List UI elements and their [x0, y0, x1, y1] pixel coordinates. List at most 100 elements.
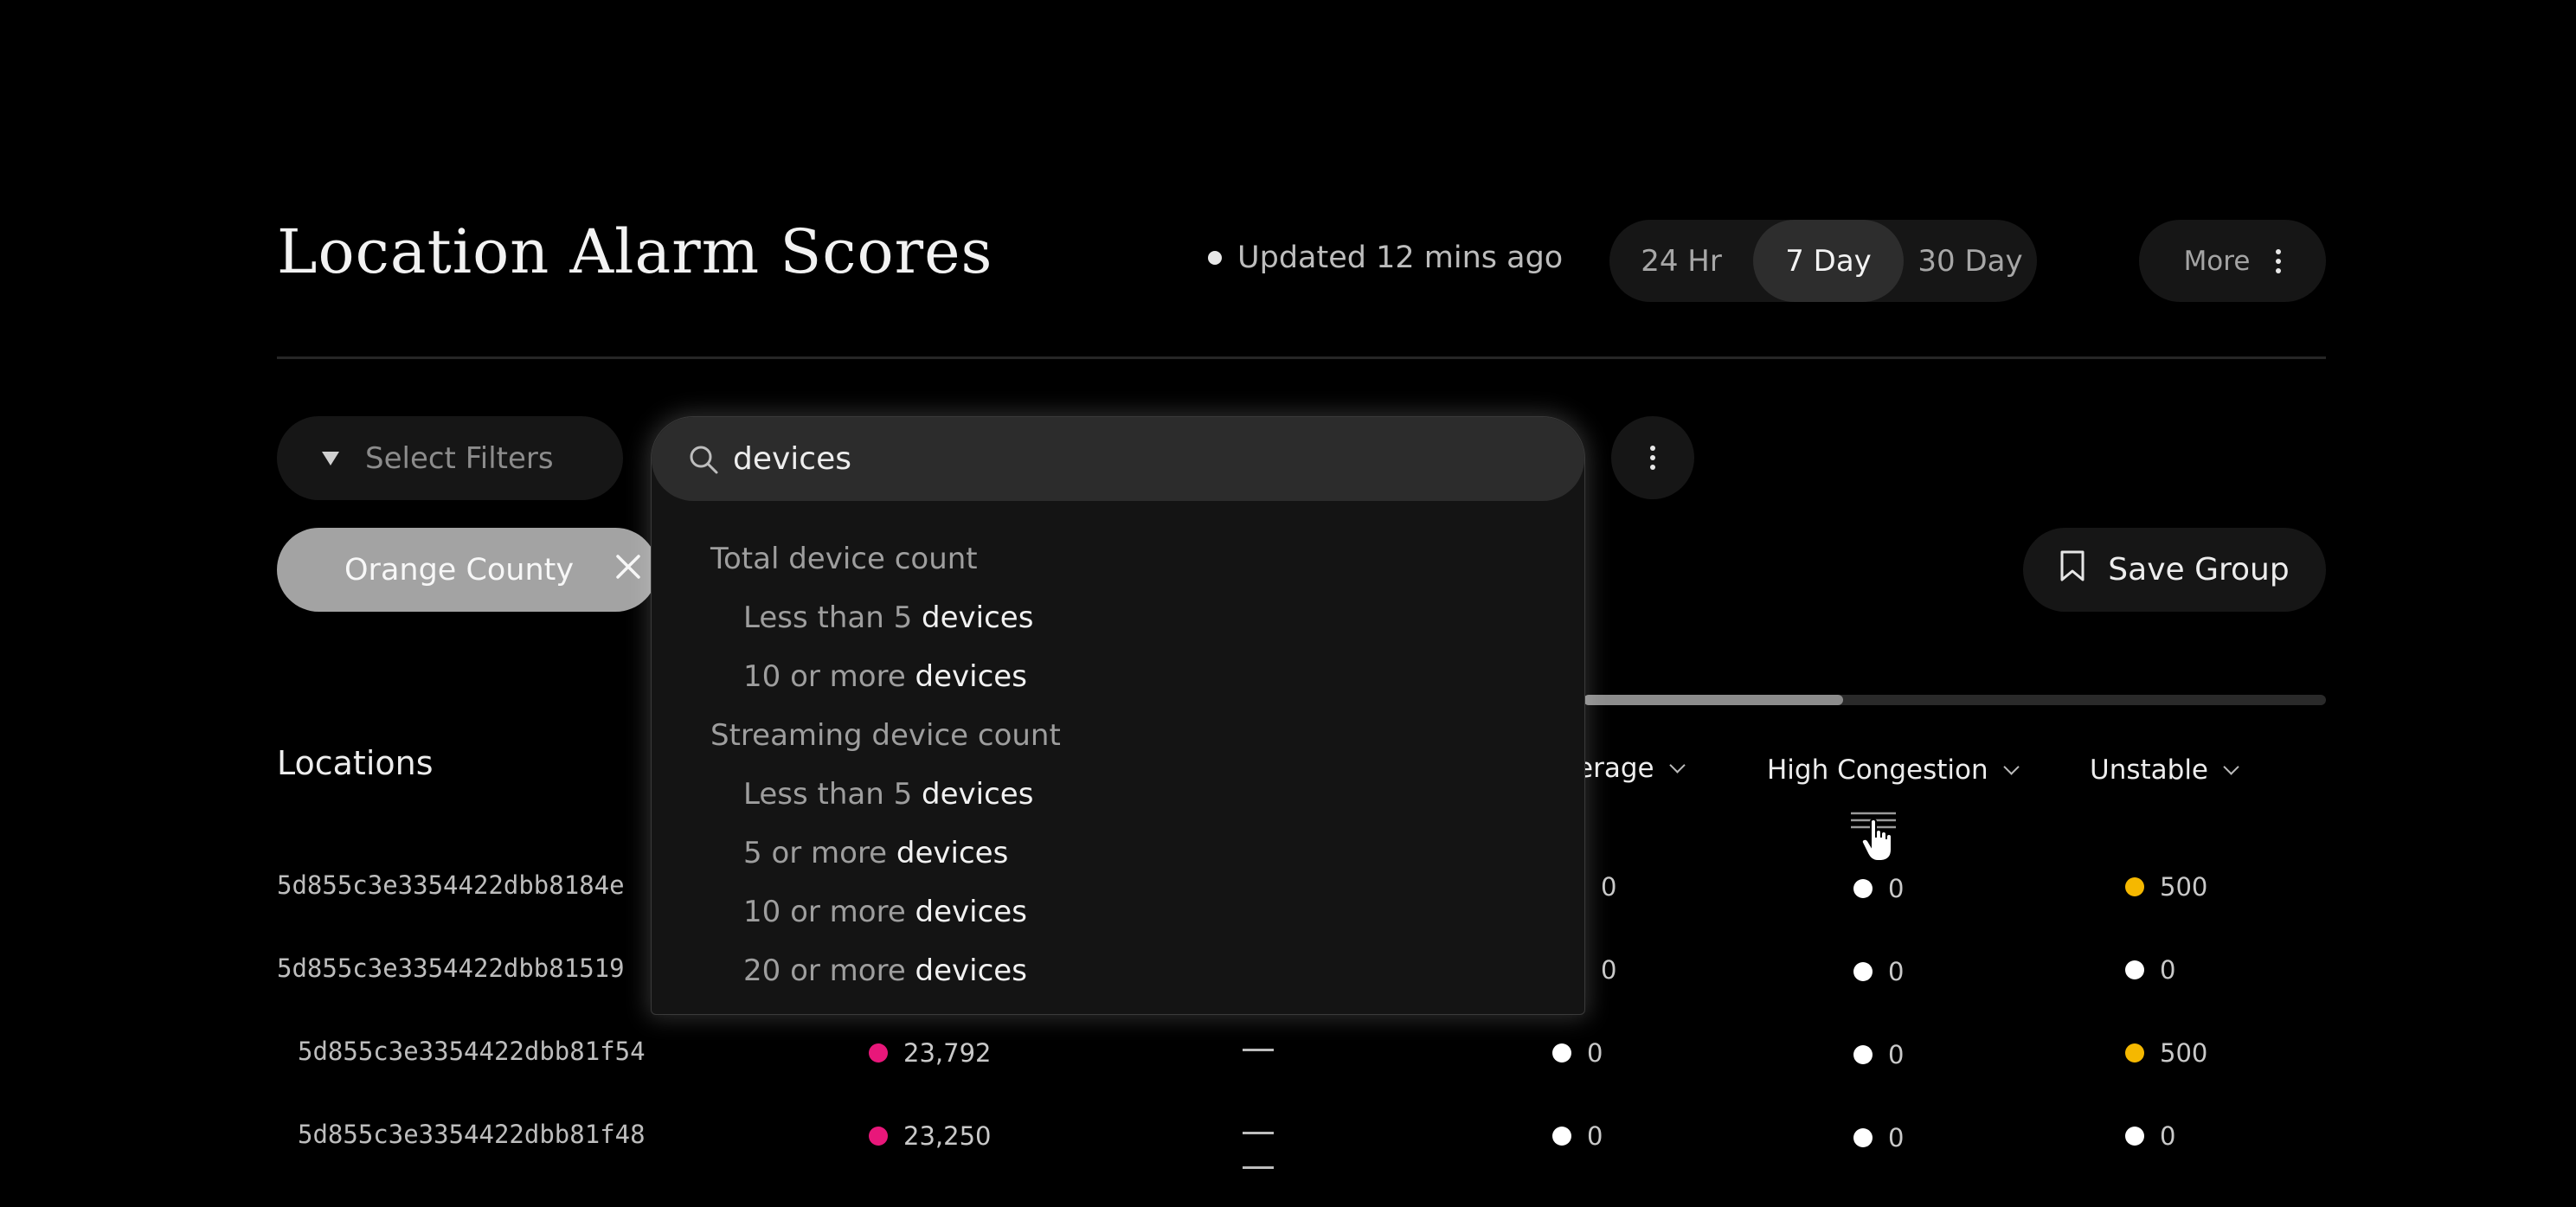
location-id[interactable]: 5d855c3e3354422dbb81f48	[298, 1120, 646, 1149]
empty-value-dash	[1243, 1166, 1274, 1169]
alarm-score-cell-text: 23,250	[903, 1121, 992, 1151]
status-dot	[1853, 1128, 1873, 1147]
range-30day[interactable]: 30 Day	[1904, 220, 2037, 302]
select-filters-label: Select Filters	[365, 440, 554, 476]
unstable-cell: 500	[2125, 1038, 2207, 1068]
status-dot	[2125, 960, 2144, 979]
hand-cursor-icon	[1860, 818, 1897, 867]
suggestion-prefix: 10 or more	[743, 659, 915, 694]
alarm-score-cell: 23,250	[869, 1121, 991, 1151]
search-input[interactable]: devices	[652, 417, 1584, 501]
coverage-cell: 0	[1552, 1121, 1603, 1151]
unstable-header-label: Unstable	[2090, 754, 2209, 786]
coverage-cell-text: 0	[1587, 1121, 1603, 1151]
unstable-cell: 0	[2125, 955, 2175, 985]
location-id[interactable]: 5d855c3e3354422dbb8184e	[277, 870, 625, 900]
alarm-score-cell: 23,792	[869, 1038, 991, 1068]
status-dot	[2125, 1127, 2144, 1146]
high-congestion-column-header[interactable]: High Congestion	[1767, 754, 2020, 786]
unstable-cell-text: 500	[2160, 1038, 2208, 1068]
high-congestion-cell: 0	[1853, 1040, 1904, 1069]
chevron-down-icon	[1668, 756, 1686, 774]
high-congestion-cell-text: 0	[1888, 874, 1905, 903]
suggestion-match: devices	[896, 836, 1009, 870]
suggestion-prefix: 5 or more	[743, 836, 896, 870]
horizontal-scrollbar[interactable]	[1584, 695, 2326, 705]
alarm-score-cell-text: 23,792	[903, 1038, 992, 1068]
coverage-cell: 0	[1552, 1038, 1603, 1068]
suggestion-item[interactable]: Less than 5 devices	[652, 765, 1584, 824]
page-title: Location Alarm Scores	[277, 216, 993, 287]
search-value: devices	[733, 441, 852, 477]
status-dot	[1853, 962, 1873, 981]
unstable-cell: 500	[2125, 872, 2207, 902]
unstable-cell: 0	[2125, 1121, 2175, 1151]
coverage-cell-text: 0	[1587, 1038, 1603, 1068]
kebab-icon	[1650, 446, 1655, 470]
status-dot	[869, 1127, 888, 1146]
high-congestion-cell-text: 0	[1888, 957, 1905, 986]
status-dot	[869, 1043, 888, 1063]
coverage-header-label: erage	[1577, 753, 1654, 784]
select-filters-button[interactable]: Select Filters	[277, 416, 623, 500]
close-icon[interactable]	[615, 553, 641, 587]
suggestion-group-label: Total device count	[710, 542, 978, 576]
high-congestion-cell: 0	[1853, 874, 1904, 903]
more-button[interactable]: More	[2139, 220, 2326, 302]
unstable-column-header[interactable]: Unstable	[2090, 754, 2239, 786]
time-range-selector: 24 Hr 7 Day 30 Day	[1609, 220, 2037, 302]
search-dropdown: devices Total device count Less than 5 de…	[651, 416, 1585, 1015]
caret-down-icon	[322, 451, 339, 465]
suggestion-match: devices	[915, 659, 1027, 694]
save-group-label: Save Group	[2108, 552, 2290, 587]
updated-text: Updated 12 mins ago	[1237, 241, 1564, 275]
status-dot	[1208, 251, 1222, 265]
empty-value-dash	[1243, 1049, 1274, 1051]
status-dot	[1552, 1043, 1571, 1063]
suggestion-item[interactable]: 5 or more devices	[652, 824, 1584, 883]
location-id[interactable]: 5d855c3e3354422dbb81519	[277, 953, 625, 983]
header-divider	[277, 356, 2326, 359]
high-congestion-cell-text: 0	[1888, 1123, 1905, 1152]
suggestion-prefix: Less than 5	[743, 777, 922, 812]
status-dot	[1853, 1045, 1873, 1064]
suggestion-item[interactable]: 10 or more devices	[652, 883, 1584, 941]
unstable-cell-text: 500	[2160, 872, 2208, 902]
suggestion-match: devices	[922, 777, 1034, 812]
scrollbar-thumb[interactable]	[1584, 695, 1844, 705]
suggestion-match: devices	[922, 600, 1034, 635]
high-congestion-cell: 0	[1853, 957, 1904, 986]
suggestion-item[interactable]: 20 or more devices	[652, 941, 1584, 1000]
high-congestion-cell: 0	[1853, 1123, 1904, 1152]
location-id[interactable]: 5d855c3e3354422dbb81f54	[298, 1037, 646, 1066]
coverage-cell-text: 0	[1601, 872, 1617, 902]
unstable-cell-text: 0	[2160, 1121, 2176, 1151]
status-dot	[1552, 1127, 1571, 1146]
more-label: More	[2183, 245, 2251, 277]
status-dot	[1853, 879, 1873, 898]
suggestion-group-label: Streaming device count	[710, 718, 1061, 753]
suggestion-prefix: 10 or more	[743, 895, 915, 929]
unstable-cell-text: 0	[2160, 955, 2176, 985]
save-group-button[interactable]: Save Group	[2023, 528, 2326, 612]
suggestion-item[interactable]: 10 or more devices	[652, 647, 1584, 706]
suggestion-match: devices	[915, 953, 1027, 988]
high-congestion-cell-text: 0	[1888, 1040, 1905, 1069]
empty-value-dash	[1243, 1132, 1274, 1134]
range-24hr[interactable]: 24 Hr	[1609, 220, 1753, 302]
suggestion-item[interactable]: Less than 5 devices	[652, 588, 1584, 647]
suggestion-prefix: 20 or more	[743, 953, 915, 988]
filter-chip-orange-county: Orange County	[277, 528, 658, 612]
range-7day[interactable]: 7 Day	[1753, 220, 1904, 302]
status-dot	[2125, 1043, 2144, 1063]
updated-status: Updated 12 mins ago	[1208, 241, 1563, 275]
filter-options-button[interactable]	[1611, 416, 1694, 499]
suggestion-list: Total device count Less than 5 devices 10 …	[652, 530, 1584, 1000]
locations-header: Locations	[277, 744, 434, 782]
chip-label: Orange County	[344, 552, 575, 587]
search-icon	[688, 444, 719, 475]
coverage-cell-text: 0	[1601, 955, 1617, 985]
coverage-column-header[interactable]: erage	[1577, 753, 1686, 784]
status-dot	[2125, 877, 2144, 896]
chevron-down-icon	[2223, 758, 2239, 775]
